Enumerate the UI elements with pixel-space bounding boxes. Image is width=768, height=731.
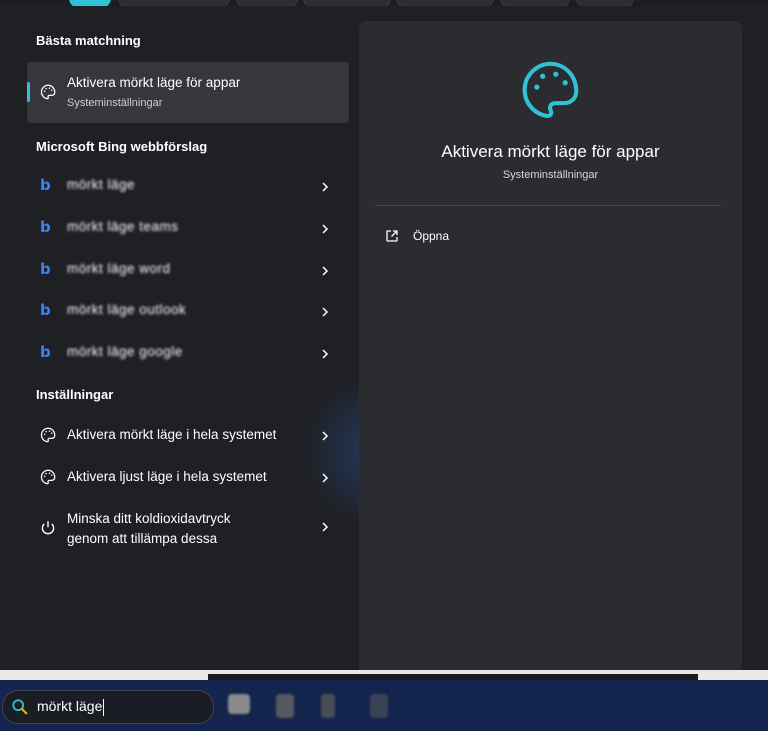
bing-icon: b — [40, 260, 51, 278]
best-match-subtitle: Systeminställningar — [67, 97, 163, 109]
settings-item-label-line2: genom att tillämpa dessa — [67, 531, 218, 546]
bing-suggestion-label: mörkt läge — [67, 177, 136, 192]
chevron-right-icon — [318, 471, 332, 485]
bing-icon: b — [40, 301, 51, 319]
taskbar: mörkt läge — [0, 680, 768, 731]
bing-suggestion-label: mörkt läge google — [67, 344, 183, 359]
open-action[interactable]: Öppna — [385, 226, 449, 246]
taskbar-app-icon[interactable] — [276, 694, 294, 718]
preview-pane: Aktivera mörkt läge för appar Systeminst… — [359, 21, 742, 670]
power-icon — [38, 518, 58, 538]
chevron-right-icon — [318, 347, 332, 361]
chevron-right-icon — [318, 264, 332, 278]
bing-suggestion-label: mörkt läge outlook — [67, 302, 187, 317]
chevron-right-icon — [318, 520, 332, 534]
settings-item-label: Aktivera mörkt läge i hela systemet — [67, 427, 277, 442]
chevron-right-icon — [318, 180, 332, 194]
settings-item-label-line1: Minska ditt koldioxidavtryck — [67, 511, 231, 526]
search-value: mörkt läge — [37, 698, 105, 716]
bing-suggestion-label: mörkt läge word — [67, 261, 171, 276]
settings-item-label: Aktivera ljust läge i hela systemet — [67, 469, 267, 484]
chevron-right-icon — [318, 429, 332, 443]
preview-divider — [375, 205, 721, 206]
preview-subtitle: Systeminställningar — [502, 169, 599, 181]
selection-accent — [27, 82, 30, 102]
palette-icon — [515, 55, 585, 125]
search-results-panel: Bästa matchning Aktivera mörkt läge för … — [0, 6, 768, 670]
open-label: Öppna — [413, 229, 450, 243]
bing-icon: b — [40, 176, 51, 194]
search-input[interactable]: mörkt läge — [2, 690, 214, 724]
chevron-right-icon — [318, 305, 332, 319]
bing-heading: Microsoft Bing webbförslag — [36, 139, 208, 154]
chevron-right-icon — [318, 222, 332, 236]
palette-icon — [38, 467, 58, 487]
bing-suggestion-label: mörkt läge teams — [67, 219, 179, 234]
bing-icon: b — [40, 343, 51, 361]
preview-title: Aktivera mörkt läge för appar — [441, 142, 660, 161]
settings-heading: Inställningar — [36, 387, 114, 402]
best-match-title: Aktivera mörkt läge för appar — [67, 75, 241, 90]
open-external-icon — [385, 229, 399, 243]
palette-icon — [38, 425, 58, 445]
results-list: Bästa matchning Aktivera mörkt läge för … — [0, 6, 358, 670]
file-explorer-icon[interactable] — [228, 694, 250, 714]
palette-icon — [38, 82, 58, 102]
taskbar-app-icon[interactable] — [370, 694, 388, 718]
best-match-heading: Bästa matchning — [36, 33, 141, 48]
taskbar-app-icon[interactable] — [321, 694, 335, 718]
bing-icon: b — [40, 218, 51, 236]
best-match-item[interactable]: Aktivera mörkt läge för appar Systeminst… — [27, 62, 349, 123]
search-icon — [11, 698, 29, 716]
